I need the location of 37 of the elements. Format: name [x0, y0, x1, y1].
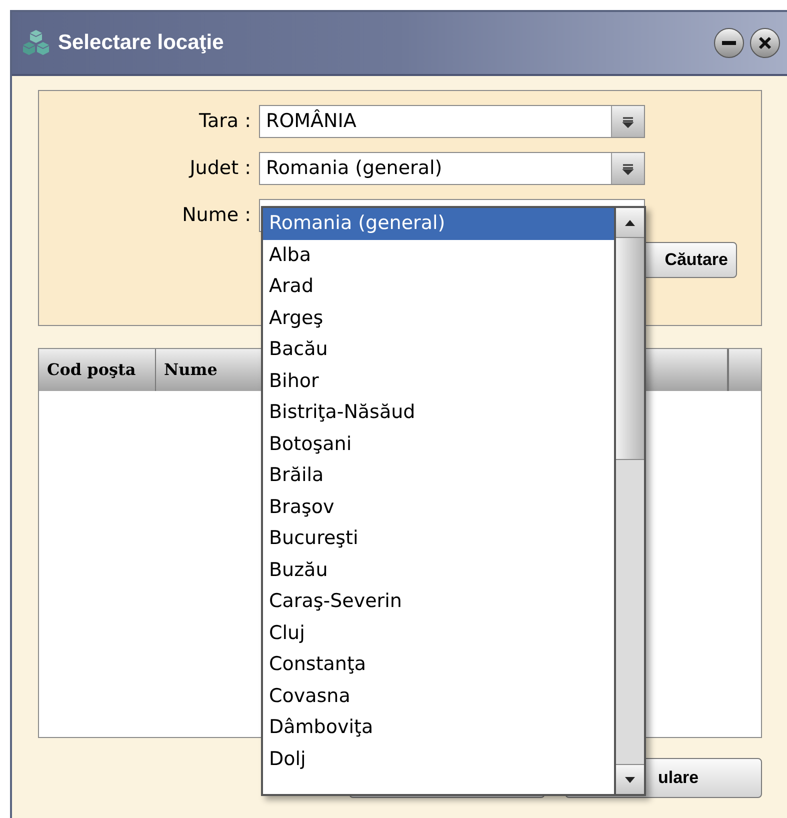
- close-button[interactable]: [750, 28, 780, 58]
- close-icon: [758, 36, 772, 50]
- field-label: Nume :: [181, 203, 251, 228]
- list-item[interactable]: Bistriţa-Năsăud: [263, 397, 614, 428]
- list-item[interactable]: Bucureşti: [263, 523, 614, 554]
- down-arrow-icon: [624, 776, 636, 784]
- list-item[interactable]: Caraş-Severin: [263, 586, 614, 618]
- list-item[interactable]: Alba: [263, 240, 614, 271]
- field-label: Tara :: [198, 109, 251, 134]
- column-header[interactable]: Cod poşta: [39, 349, 156, 391]
- list-item[interactable]: Arad: [263, 271, 614, 302]
- dropdown-icon: [622, 162, 634, 174]
- combo-box[interactable]: Romania (general): [259, 152, 645, 185]
- list-item[interactable]: Bacău: [263, 334, 614, 366]
- dropdown-icon: [622, 116, 634, 128]
- minimize-button[interactable]: [714, 28, 744, 58]
- up-arrow-icon: [624, 218, 636, 226]
- list-item[interactable]: Brăila: [263, 460, 614, 492]
- list-item[interactable]: Argeş: [263, 302, 614, 334]
- dropdown-button[interactable]: [611, 106, 644, 137]
- combo-value: ROMÂNIA: [265, 108, 358, 134]
- list-item[interactable]: Covasna: [263, 680, 614, 712]
- list-item[interactable]: Constanţa: [263, 649, 614, 680]
- list-item[interactable]: Botoşani: [263, 428, 614, 460]
- list-item[interactable]: Dâmboviţa: [263, 712, 614, 744]
- minimize-icon: [722, 41, 736, 45]
- scrollbar[interactable]: [614, 208, 644, 794]
- window-title: Selectare locaţie: [58, 30, 225, 56]
- combo-box[interactable]: ROMÂNIA: [259, 105, 645, 138]
- list-item[interactable]: Buzău: [263, 554, 614, 586]
- combo-value: Romania (general): [265, 156, 444, 181]
- field-label: Judet :: [188, 156, 251, 182]
- list-item[interactable]: Cluj: [263, 618, 614, 649]
- dropdown-button[interactable]: [611, 153, 644, 184]
- list-item[interactable]: Bihor: [263, 366, 614, 397]
- list-item[interactable]: Romania (general): [263, 208, 614, 240]
- list-item[interactable]: Braşov: [263, 492, 614, 523]
